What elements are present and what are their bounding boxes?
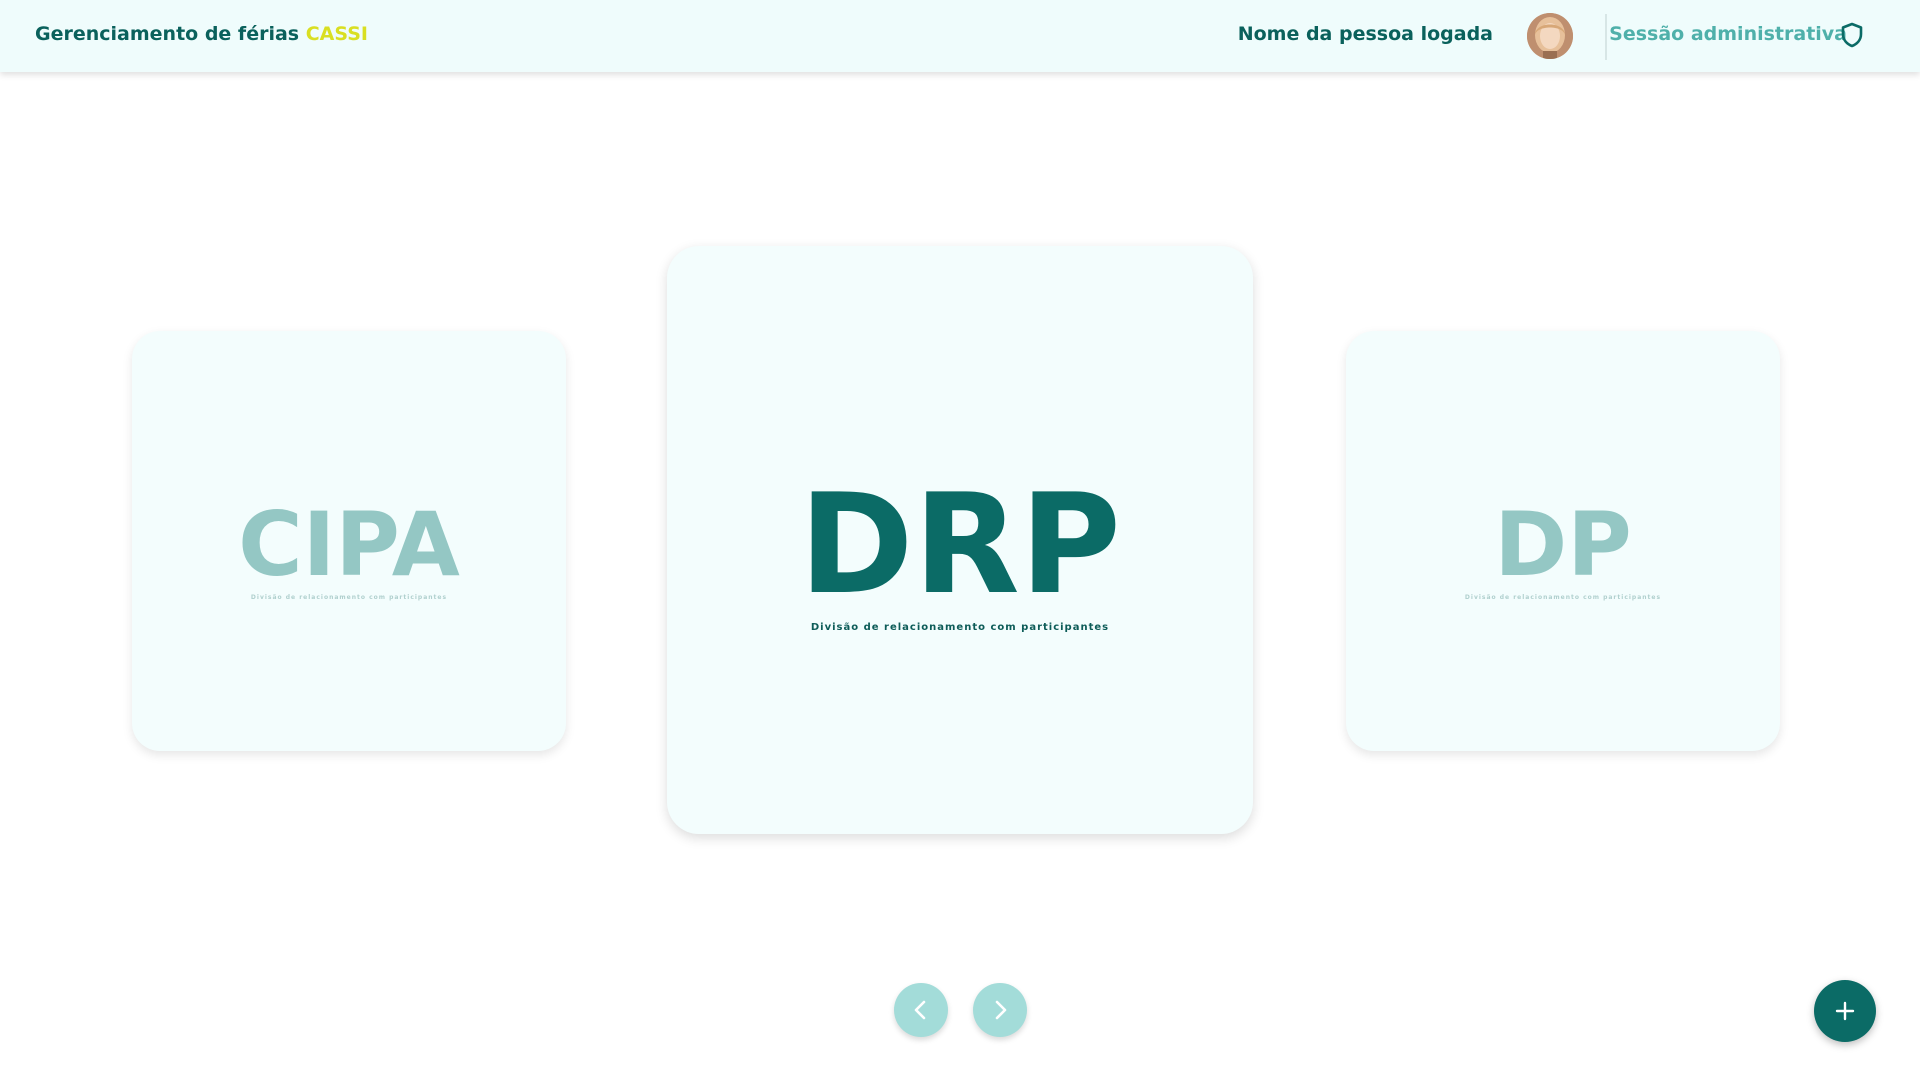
department-description: Divisão de relacionamento com participan…	[810, 622, 1110, 633]
chevron-right-icon	[995, 1000, 1007, 1020]
admin-session-link[interactable]: Sessão administrativa	[1609, 23, 1847, 45]
department-description: Divisão de relacionamento com participan…	[1464, 594, 1662, 601]
chevron-left-icon	[914, 1000, 926, 1020]
avatar[interactable]	[1527, 13, 1573, 59]
logged-user-name[interactable]: Nome da pessoa logada	[1238, 23, 1493, 45]
add-button[interactable]	[1814, 980, 1876, 1042]
department-code: DRP	[799, 464, 1121, 625]
department-card-left[interactable]: CIPA Divisão de relacionamento com parti…	[132, 331, 566, 751]
department-code: CIPA	[238, 493, 460, 596]
avatar-image	[1527, 13, 1573, 59]
brand-name: CASSI	[305, 23, 368, 45]
shield-icon[interactable]	[1840, 22, 1864, 48]
app-title-text: Gerenciamento de férias	[35, 23, 300, 45]
app-title: Gerenciamento de férias CASSI	[35, 23, 368, 45]
department-card-active[interactable]: DRP Divisão de relacionamento com partic…	[667, 246, 1253, 834]
next-button[interactable]	[973, 983, 1027, 1037]
header-divider	[1605, 14, 1607, 60]
department-card-right[interactable]: DP Divisão de relacionamento com partici…	[1346, 331, 1780, 751]
previous-button[interactable]	[894, 983, 948, 1037]
department-description: Divisão de relacionamento com participan…	[250, 594, 448, 601]
top-bar: Gerenciamento de férias CASSI Nome da pe…	[0, 0, 1920, 72]
plus-icon	[1835, 1001, 1855, 1021]
department-code: DP	[1494, 493, 1632, 596]
